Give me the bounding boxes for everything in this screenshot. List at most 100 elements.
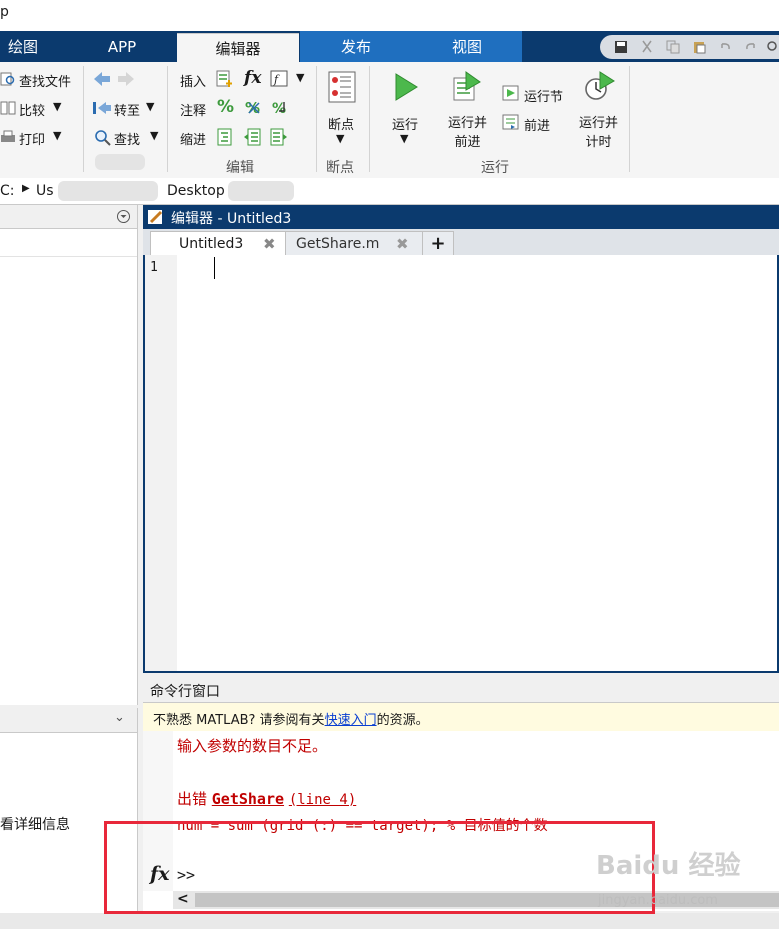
blurred-region bbox=[228, 181, 294, 201]
run-and-time-icon[interactable] bbox=[584, 70, 616, 102]
breakpoints-button[interactable]: 断点 bbox=[328, 114, 354, 133]
tab-getshare[interactable]: GetShare.m ✖ bbox=[285, 231, 423, 256]
error-location: 出错 GetShare (line 4) bbox=[177, 788, 356, 809]
redo-icon[interactable] bbox=[744, 40, 758, 54]
editor-tabs: Untitled3 ✖ GetShare.m ✖ + bbox=[143, 229, 779, 256]
command-window-titlebar: 命令行窗口 bbox=[143, 678, 779, 703]
title-bar: p bbox=[0, 0, 779, 31]
ribbon-separator bbox=[83, 66, 84, 172]
tab-label: Untitled3 bbox=[179, 236, 244, 252]
goto-dropdown-icon[interactable]: ▼ bbox=[146, 100, 154, 113]
svg-text:%: % bbox=[245, 99, 260, 117]
run-icon[interactable] bbox=[392, 72, 420, 102]
notice-text: 不熟悉 MATLAB? 请参阅有关快速入门的资源。 bbox=[153, 709, 429, 728]
text-cursor bbox=[214, 257, 215, 279]
uncomment-icon[interactable]: % bbox=[243, 99, 263, 117]
address-bar[interactable]: C: ▶ Us Desktop bbox=[0, 178, 779, 205]
find-files-button[interactable]: 查找文件 bbox=[19, 71, 71, 90]
paste-icon[interactable] bbox=[692, 40, 706, 54]
tab-editor[interactable]: 编辑器 bbox=[177, 33, 299, 63]
address-segment-desktop[interactable]: Desktop bbox=[167, 183, 225, 199]
tab-publish[interactable]: 发布 bbox=[300, 31, 412, 62]
indent-button[interactable]: 缩进 bbox=[180, 129, 206, 148]
run-section-button[interactable]: 运行节 bbox=[524, 86, 563, 105]
highlight-box bbox=[104, 821, 655, 914]
print-button[interactable]: 打印 bbox=[19, 129, 45, 148]
run-dropdown-icon[interactable]: ▼ bbox=[400, 132, 408, 145]
decrease-indent-icon[interactable] bbox=[270, 128, 288, 146]
run-advance-icon[interactable] bbox=[452, 70, 484, 102]
save-icon[interactable] bbox=[614, 40, 628, 54]
line-gutter: 1 bbox=[145, 255, 177, 671]
breakpoints-dropdown-icon[interactable]: ▼ bbox=[336, 132, 344, 145]
quick-access-toolbar bbox=[600, 35, 779, 59]
address-segment[interactable]: Us bbox=[36, 183, 54, 199]
comment-button[interactable]: 注释 bbox=[180, 100, 206, 119]
command-window-title: 命令行窗口 bbox=[150, 684, 220, 700]
baidu-watermark-url: jingyan.baidu.com bbox=[598, 893, 718, 908]
insert-function-icon[interactable]: fx bbox=[244, 68, 261, 88]
wrap-comments-icon[interactable]: % bbox=[270, 99, 290, 117]
insert-dropdown-icon[interactable]: ▼ bbox=[296, 71, 304, 84]
error-function-link[interactable]: GetShare bbox=[212, 790, 284, 808]
find-files-icon bbox=[0, 72, 15, 86]
insert-section-icon[interactable] bbox=[216, 70, 234, 88]
tab-untitled3[interactable]: Untitled3 ✖ bbox=[150, 231, 286, 256]
goto-button[interactable]: 转至 bbox=[114, 100, 140, 119]
address-drive[interactable]: C: bbox=[0, 183, 15, 199]
compare-dropdown-icon[interactable]: ▼ bbox=[53, 100, 61, 113]
copy-icon[interactable] bbox=[666, 40, 680, 54]
tab-plot[interactable]: 绘图 bbox=[0, 31, 46, 62]
edit-group-label: 编辑 bbox=[226, 160, 254, 176]
notice-suffix: 的资源。 bbox=[376, 713, 429, 728]
run-advance-button[interactable]: 运行并 前进 bbox=[448, 114, 487, 152]
line-number: 1 bbox=[150, 260, 158, 275]
compare-button[interactable]: 比较 bbox=[19, 100, 45, 119]
tab-label: GetShare.m bbox=[296, 236, 380, 252]
run-button[interactable]: 运行 bbox=[392, 114, 418, 133]
back-forward-icon[interactable] bbox=[92, 70, 136, 88]
increase-indent-icon[interactable] bbox=[243, 128, 261, 146]
run-and-time-button[interactable]: 运行并 计时 bbox=[579, 114, 618, 152]
breakpoints-icon[interactable] bbox=[327, 71, 357, 103]
print-dropdown-icon[interactable]: ▼ bbox=[53, 129, 61, 142]
panel-collapse-icon[interactable]: ⌄ bbox=[114, 710, 125, 725]
baidu-watermark: Baidu 经验 bbox=[596, 851, 741, 881]
panel-menu-icon[interactable] bbox=[116, 209, 131, 224]
add-tab-button[interactable]: + bbox=[422, 231, 454, 256]
advance-icon bbox=[502, 114, 519, 130]
find-dropdown-icon[interactable]: ▼ bbox=[150, 129, 158, 142]
tab-app[interactable]: APP bbox=[80, 31, 164, 62]
goto-icon bbox=[93, 102, 111, 114]
comment-percent-icon[interactable]: % bbox=[217, 97, 234, 117]
blurred-region bbox=[95, 154, 145, 170]
error-prefix: 出错 bbox=[177, 790, 212, 808]
run-section-icon bbox=[502, 85, 519, 101]
command-window-notice: 不熟悉 MATLAB? 请参阅有关快速入门的资源。 bbox=[143, 703, 779, 732]
status-bar bbox=[0, 913, 779, 929]
ribbon-separator bbox=[629, 66, 630, 172]
find-button[interactable]: 查找 bbox=[114, 129, 140, 148]
code-editor[interactable] bbox=[143, 255, 779, 673]
function-browser-icon[interactable]: f bbox=[270, 70, 290, 88]
undo-icon[interactable] bbox=[718, 40, 732, 54]
editor-titlebar: 编辑器 - Untitled3 bbox=[143, 205, 779, 229]
window-title: p bbox=[0, 4, 9, 20]
compare-icon bbox=[0, 101, 16, 115]
search-doc-icon[interactable] bbox=[766, 40, 779, 54]
details-text: 看详细信息 bbox=[0, 817, 70, 833]
error-line-link[interactable]: (line 4) bbox=[289, 792, 356, 808]
find-icon bbox=[95, 130, 111, 146]
insert-button[interactable]: 插入 bbox=[180, 71, 206, 90]
blurred-region bbox=[58, 181, 158, 201]
quick-start-link[interactable]: 快速入门 bbox=[325, 713, 377, 728]
notice-prefix: 不熟悉 MATLAB? 请参阅有关 bbox=[153, 713, 325, 728]
smart-indent-icon[interactable] bbox=[216, 128, 234, 146]
advance-button[interactable]: 前进 bbox=[524, 115, 550, 134]
breakpoints-group-label: 断点 bbox=[326, 160, 354, 176]
tab-view[interactable]: 视图 bbox=[412, 31, 522, 62]
close-icon[interactable]: ✖ bbox=[263, 232, 276, 256]
cut-icon[interactable] bbox=[640, 40, 654, 54]
close-icon[interactable]: ✖ bbox=[396, 232, 409, 256]
ribbon-separator bbox=[369, 66, 370, 172]
